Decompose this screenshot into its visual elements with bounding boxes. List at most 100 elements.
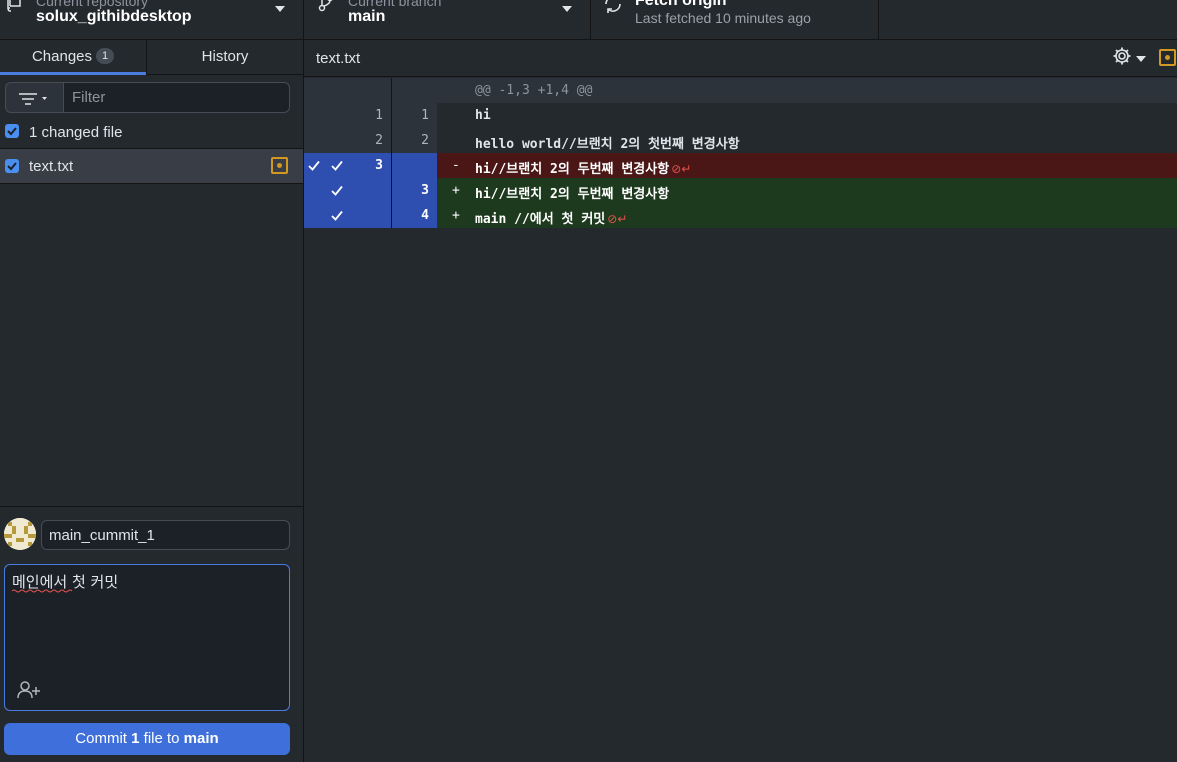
sidebar-tabs: Changes 1 History — [0, 40, 303, 75]
file-modified-icon — [1159, 49, 1176, 66]
gutter-select — [304, 103, 324, 128]
gutter-old[interactable] — [324, 203, 392, 228]
old-line-number: 3 — [375, 158, 383, 173]
gutter-new — [392, 78, 437, 103]
hunk-select-handle[interactable] — [304, 153, 324, 178]
hunk-select-handle[interactable] — [304, 203, 324, 228]
fetch-origin-title: Fetch origin — [635, 0, 727, 9]
diff-line-text: hi — [475, 108, 491, 123]
gutter-old: 2 — [324, 128, 392, 153]
sidebar: Changes1 History 1 changed file text.txt — [0, 40, 304, 762]
diff-sign: + — [452, 183, 460, 198]
old-line-number: 1 — [375, 108, 383, 123]
toolbar: Current repository solux_githibdesktop C… — [0, 0, 1177, 40]
filter-icon — [19, 93, 47, 105]
check-icon — [331, 160, 343, 171]
old-line-number: 2 — [375, 133, 383, 148]
hunk-header-row: @@ -1,3 +1,4 @@ — [304, 78, 1177, 103]
hunk-select-handle[interactable] — [304, 178, 324, 203]
diff-sign: + — [452, 208, 460, 223]
gutter-old[interactable]: 3 — [324, 153, 392, 178]
identicon-icon — [4, 518, 36, 550]
diff-line-deleted[interactable]: 3 - hi//브랜치 2의 두번째 변경사항 ⊘↵ — [304, 153, 1177, 178]
new-line-number: 4 — [421, 208, 429, 223]
gutter-new[interactable]: 3 — [392, 178, 437, 203]
spellcheck-underline — [12, 589, 73, 593]
diff-file-name: text.txt — [316, 50, 361, 67]
file-name: text.txt — [29, 158, 74, 175]
gutter-old[interactable] — [324, 178, 392, 203]
diff-line-content: main //에서 첫 커밋 — [475, 212, 606, 227]
diff-sign: - — [452, 158, 460, 173]
diff-line-text: hello world//브랜치 2의 첫번째 변경사항 — [475, 137, 740, 152]
commit-summary-input[interactable] — [41, 520, 290, 550]
tab-changes-label: Changes — [31, 48, 93, 65]
diff-line-added[interactable]: 4 + main //에서 첫 커밋 ⊘↵ — [304, 203, 1177, 228]
new-line-number: 3 — [421, 183, 429, 198]
diff-line: 2 2 hello world//브랜치 2의 첫번째 변경사항 — [304, 128, 1177, 153]
select-all-row: 1 changed file — [0, 121, 303, 149]
gutter-new: 2 — [392, 128, 437, 153]
diff-panel: text.txt @@ -1,3 +1,4 @@ 1 1 hi 2 2 hell… — [304, 40, 1177, 762]
chevron-down-icon[interactable] — [1136, 56, 1146, 62]
gutter-old — [324, 78, 392, 103]
commit-description-input[interactable]: 메인에서 첫 커밋 — [4, 564, 290, 711]
check-icon — [308, 160, 320, 171]
file-modified-icon — [271, 157, 288, 174]
gutter-select — [304, 78, 324, 103]
diff-body: @@ -1,3 +1,4 @@ 1 1 hi 2 2 hello world//… — [304, 78, 1177, 228]
gutter-new[interactable] — [392, 153, 437, 178]
chevron-down-icon — [42, 97, 47, 100]
select-all-checkbox[interactable] — [5, 124, 19, 138]
commit-button-prefix: Commit — [75, 730, 132, 747]
current-branch-button[interactable]: Current branch main — [304, 0, 591, 40]
check-icon — [7, 127, 17, 136]
filter-options-button[interactable] — [5, 82, 63, 113]
branch-icon — [318, 0, 333, 12]
file-include-checkbox[interactable] — [5, 159, 19, 173]
diff-line-text: hi//브랜치 2의 두번째 변경사항 — [475, 187, 670, 202]
commit-button[interactable]: Commit 1 file to main — [4, 723, 290, 755]
last-fetched-text: Last fetched 10 minutes ago — [635, 10, 811, 26]
sync-icon — [605, 0, 621, 13]
gutter-old: 1 — [324, 103, 392, 128]
commit-button-branch: main — [183, 730, 219, 747]
diff-line-text: main //에서 첫 커밋 ⊘↵ — [475, 208, 627, 227]
add-coauthor-icon[interactable] — [17, 680, 41, 700]
repo-icon — [7, 0, 21, 12]
diff-line-added[interactable]: 3 + hi//브랜치 2의 두번째 변경사항 — [304, 178, 1177, 203]
diff-line: 1 1 hi — [304, 103, 1177, 128]
chevron-down-icon — [562, 6, 572, 12]
check-icon — [331, 185, 343, 196]
chevron-down-icon — [275, 6, 285, 12]
gutter-select — [304, 128, 324, 153]
gear-icon[interactable] — [1112, 46, 1132, 66]
avatar — [4, 518, 36, 550]
list-item[interactable]: text.txt — [0, 149, 303, 184]
hunk-header: @@ -1,3 +1,4 @@ — [475, 83, 593, 98]
new-line-number: 1 — [421, 108, 429, 123]
no-newline-icon: ⊘↵ — [671, 162, 692, 176]
gutter-new[interactable]: 4 — [392, 203, 437, 228]
fetch-origin-button[interactable]: Fetch origin Last fetched 10 minutes ago — [591, 0, 879, 40]
current-repository-button[interactable]: Current repository solux_githibdesktop — [0, 0, 304, 40]
current-branch-name: main — [348, 8, 386, 25]
tab-changes[interactable]: Changes 1 — [0, 40, 146, 75]
diff-line-content: hi//브랜치 2의 두번째 변경사항 — [475, 162, 670, 177]
check-icon — [331, 210, 343, 221]
filter-row — [0, 75, 303, 121]
new-line-number: 2 — [421, 133, 429, 148]
diff-header: text.txt — [304, 40, 1177, 77]
current-repository-name: solux_githibdesktop — [36, 8, 192, 25]
tab-history-label: History — [201, 48, 249, 65]
commit-button-middle: file to — [139, 730, 184, 747]
changes-count-badge: 1 — [96, 48, 115, 64]
check-icon — [7, 162, 17, 171]
commit-area: 메인에서 첫 커밋 Commit 1 file to main — [0, 506, 303, 762]
filter-input[interactable] — [63, 82, 290, 113]
changed-files-count: 1 changed file — [29, 124, 123, 141]
no-newline-icon: ⊘↵ — [607, 212, 628, 226]
tab-history[interactable]: History — [146, 40, 303, 75]
gutter-new: 1 — [392, 103, 437, 128]
diff-line-text: hi//브랜치 2의 두번째 변경사항 ⊘↵ — [475, 158, 691, 177]
